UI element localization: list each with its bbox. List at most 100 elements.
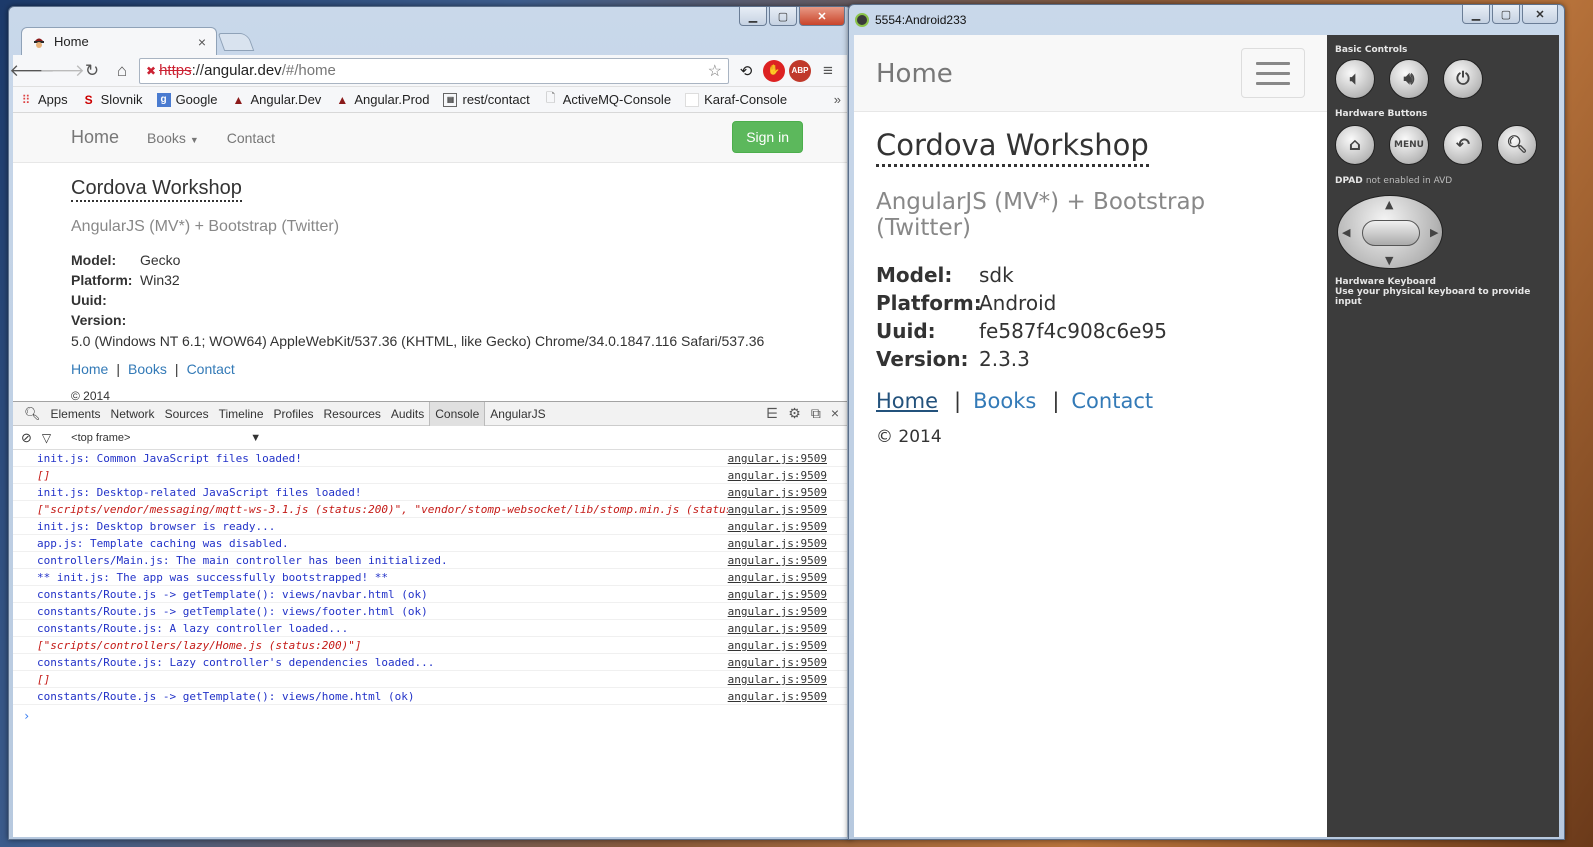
devtools-search-icon[interactable]: 🔍︎ <box>19 402 46 426</box>
home-icon[interactable]: ⌂ <box>109 58 135 84</box>
mobile-nav-brand[interactable]: Home <box>876 59 953 89</box>
tab-resources[interactable]: Resources <box>319 402 386 426</box>
console-drawer-icon[interactable]: ⋿ <box>766 405 778 422</box>
minimize-button[interactable]: ▁ <box>739 7 767 26</box>
sign-in-button[interactable]: Sign in <box>732 121 803 153</box>
devtools-close-icon[interactable]: × <box>831 405 839 422</box>
bookmark-google[interactable]: g Google <box>156 92 217 107</box>
tab-strip: Home × <box>21 27 841 55</box>
address-bar[interactable]: ✖ https://angular.dev/#/home ☆ <box>139 57 729 84</box>
volume-down-icon[interactable]: 🔈︎ <box>1335 59 1375 99</box>
console-source-link[interactable]: angular.js:9509 <box>728 656 827 669</box>
dpad-center-button[interactable] <box>1362 220 1420 246</box>
back-button-icon[interactable]: ↶ <box>1443 125 1483 165</box>
bookmark-rest-contact[interactable]: ▦ rest/contact <box>443 92 530 107</box>
filter-icon[interactable]: ▽ <box>42 431 51 445</box>
bookmark-activemq[interactable]: 🗋 ActiveMQ-Console <box>544 91 671 107</box>
tab-timeline[interactable]: Timeline <box>214 402 269 426</box>
nav-brand-home[interactable]: Home <box>71 127 119 148</box>
console-log-row: controllers/Main.js: The main controller… <box>13 552 847 569</box>
maximize-button[interactable]: ▢ <box>769 7 797 26</box>
bookmarks-overflow-icon[interactable]: » <box>834 92 841 107</box>
model-label: Model: <box>71 252 117 268</box>
console-source-link[interactable]: angular.js:9509 <box>728 503 827 516</box>
dpad-control[interactable]: ▲ ▼ ◀ ▶ <box>1337 195 1443 269</box>
console-log-row: [] angular.js:9509 <box>13 671 847 688</box>
maximize-button[interactable]: ▢ <box>1492 5 1520 24</box>
keyboard-title: Hardware Keyboard <box>1335 277 1436 287</box>
chrome-window: ▁ ▢ ✕ Home × 🡐 🡒 ↻ ⌂ ✖ https://angular.d… <box>8 6 852 840</box>
console-source-link[interactable]: angular.js:9509 <box>728 452 827 465</box>
browser-toolbar: 🡐 🡒 ↻ ⌂ ✖ https://angular.dev/#/home ☆ ⟲… <box>9 55 847 87</box>
bookmark-apps[interactable]: ⠿ Apps <box>19 92 68 107</box>
menu-icon[interactable]: ≡ <box>815 58 841 84</box>
console-source-link[interactable]: angular.js:9509 <box>728 554 827 567</box>
extension-sync-icon[interactable]: ⟲ <box>733 58 759 84</box>
nav-books-dropdown[interactable]: Books ▼ <box>147 130 199 146</box>
bookmark-angular-prod[interactable]: ▲ Angular.Prod <box>335 92 429 107</box>
frame-selector[interactable]: <top frame> ▼ <box>71 432 261 444</box>
console-source-link[interactable]: angular.js:9509 <box>728 673 827 686</box>
reload-icon[interactable]: ↻ <box>79 58 105 84</box>
platform-value: Android <box>979 291 1057 315</box>
console-prompt[interactable]: › <box>13 705 847 727</box>
close-button[interactable]: ✕ <box>1522 5 1558 24</box>
clear-console-icon[interactable]: ⊘ <box>21 430 32 446</box>
forward-icon[interactable]: 🡒 <box>39 58 85 84</box>
tab-profiles[interactable]: Profiles <box>269 402 319 426</box>
dpad-down-icon[interactable]: ▼ <box>1385 254 1393 267</box>
tab-home[interactable]: Home × <box>21 27 217 55</box>
tab-network[interactable]: Network <box>106 402 160 426</box>
console-source-link[interactable]: angular.js:9509 <box>728 537 827 550</box>
minimize-button[interactable]: ▁ <box>1462 5 1490 24</box>
mobile-footer-link-home[interactable]: Home <box>876 389 938 413</box>
tab-elements[interactable]: Elements <box>46 402 106 426</box>
mobile-footer-link-books[interactable]: Books <box>973 389 1036 413</box>
hamburger-menu-icon[interactable] <box>1241 48 1305 98</box>
adblock-icon[interactable]: ABP <box>789 59 811 82</box>
console-log-row: init.js: Desktop-related JavaScript file… <box>13 484 847 501</box>
console-source-link[interactable]: angular.js:9509 <box>728 588 827 601</box>
console-source-link[interactable]: angular.js:9509 <box>728 486 827 499</box>
tab-angularjs[interactable]: AngularJS <box>485 402 550 426</box>
footer-link-contact[interactable]: Contact <box>187 361 235 377</box>
dpad-up-icon[interactable]: ▲ <box>1385 198 1393 211</box>
power-icon[interactable]: ⏻ <box>1443 59 1483 99</box>
nav-contact[interactable]: Contact <box>227 130 275 146</box>
bookmark-star-icon[interactable]: ☆ <box>708 61 722 81</box>
console-source-link[interactable]: angular.js:9509 <box>728 639 827 652</box>
console-source-link[interactable]: angular.js:9509 <box>728 690 827 703</box>
bookmark-karaf[interactable]: Karaf-Console <box>685 92 787 107</box>
search-button-icon[interactable]: 🔍︎ <box>1497 125 1537 165</box>
tab-close-icon[interactable]: × <box>198 34 206 50</box>
dpad-right-icon[interactable]: ▶ <box>1430 226 1438 239</box>
console-message: ** init.js: The app was successfully boo… <box>37 571 388 584</box>
console-source-link[interactable]: angular.js:9509 <box>728 605 827 618</box>
bookmark-slovnik[interactable]: S Slovnik <box>82 92 143 107</box>
bookmark-angular-dev[interactable]: ▲ Angular.Dev <box>231 92 322 107</box>
volume-up-icon[interactable]: 🔊︎ <box>1389 59 1429 99</box>
extension-stop-icon[interactable]: ✋ <box>763 59 785 82</box>
footer-link-books[interactable]: Books <box>128 361 167 377</box>
home-button-icon[interactable]: ⌂ <box>1335 125 1375 165</box>
tab-console[interactable]: Console <box>429 401 486 426</box>
console-source-link[interactable]: angular.js:9509 <box>728 469 827 482</box>
console-source-link[interactable]: angular.js:9509 <box>728 622 827 635</box>
settings-gear-icon[interactable]: ⚙ <box>788 405 801 422</box>
copyright: © 2014 <box>71 389 110 401</box>
tab-sources[interactable]: Sources <box>160 402 214 426</box>
mobile-footer-link-contact[interactable]: Contact <box>1071 389 1153 413</box>
angular-hat-icon: ▲ <box>232 92 245 107</box>
new-tab-button[interactable] <box>217 33 255 51</box>
console-source-link[interactable]: angular.js:9509 <box>728 571 827 584</box>
close-button[interactable]: ✕ <box>799 7 845 26</box>
menu-button[interactable]: MENU <box>1389 125 1429 165</box>
dpad-left-icon[interactable]: ◀ <box>1342 226 1350 239</box>
keyboard-note: Use your physical keyboard to provide in… <box>1335 287 1531 307</box>
dock-icon[interactable]: ⧉ <box>811 405 821 422</box>
tab-audits[interactable]: Audits <box>386 402 429 426</box>
console-source-link[interactable]: angular.js:9509 <box>728 520 827 533</box>
footer-link-home[interactable]: Home <box>71 361 108 377</box>
mobile-device-info: Model: sdk Platform: Android Uuid: fe587f4c… <box>876 261 1305 373</box>
console-message: constants/Route.js -> getTemplate(): vie… <box>37 605 428 618</box>
